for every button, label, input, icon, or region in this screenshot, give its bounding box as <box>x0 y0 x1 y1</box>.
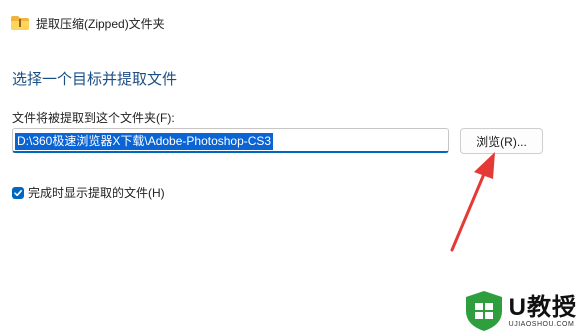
destination-label: 文件将被提取到这个文件夹(F): <box>12 111 175 125</box>
shield-windows-icon <box>465 291 502 331</box>
checkmark-icon <box>14 189 22 196</box>
watermark-sub-text: UJIAOSHOU.COM <box>508 320 575 328</box>
annotation-arrow <box>450 152 495 252</box>
window-title: 提取压缩(Zipped)文件夹 <box>36 16 165 31</box>
watermark-main-text: U教授 <box>508 293 577 321</box>
browse-button[interactable]: 浏览(R)... <box>460 128 543 154</box>
watermark-logo: U教授 UJIAOSHOU.COM <box>462 289 577 333</box>
title-bar: 提取压缩(Zipped)文件夹 <box>10 13 165 33</box>
show-files-label: 完成时显示提取的文件(H) <box>28 186 165 200</box>
show-files-checkbox[interactable] <box>12 186 24 199</box>
zip-folder-icon <box>10 15 30 31</box>
page-heading: 选择一个目标并提取文件 <box>12 71 178 88</box>
destination-path-input[interactable]: D:\360极速浏览器X下载\Adobe-Photoshop-CS3 <box>12 128 449 153</box>
path-text-selected: D:\360极速浏览器X下载\Adobe-Photoshop-CS3 <box>15 133 274 150</box>
show-files-checkbox-row[interactable]: 完成时显示提取的文件(H) <box>12 184 165 201</box>
